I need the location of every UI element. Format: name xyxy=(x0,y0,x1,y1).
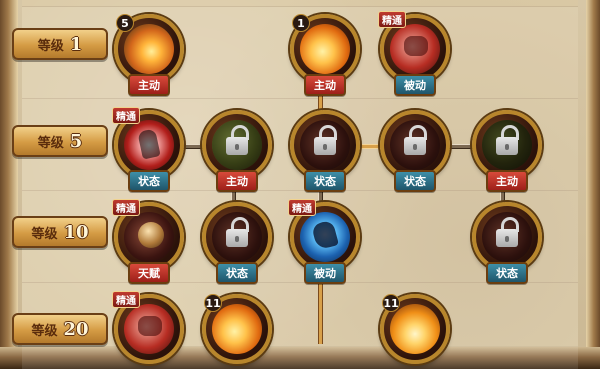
level-number: 1 xyxy=(69,33,83,55)
skill-type-badge: 主动 xyxy=(486,170,528,192)
lock-icon xyxy=(314,125,337,155)
spirit-silhouette-icon xyxy=(124,120,174,170)
locked-skill-icon xyxy=(390,120,440,170)
warrior-face-icon xyxy=(124,212,174,262)
skill-node[interactable]: 5 主动 xyxy=(114,14,184,96)
skill-node[interactable]: 状态 xyxy=(290,110,360,192)
level-number: 5 xyxy=(69,130,83,152)
skill-node[interactable]: 11 xyxy=(202,294,272,364)
skill-tree-panel: 等级 1 等级 5 等级 10 等级 20 5 主动 1 主动 精通 被动 精通… xyxy=(0,0,600,369)
level-text: 等级 xyxy=(31,226,58,242)
locked-skill-icon xyxy=(482,212,532,262)
level-text: 等级 xyxy=(31,323,58,339)
lock-icon xyxy=(226,217,249,247)
foot-shape xyxy=(311,219,339,251)
skill-type-badge: 状态 xyxy=(394,170,436,192)
skill-node[interactable]: 精通 状态 xyxy=(112,107,184,192)
skill-node[interactable]: 精通 xyxy=(112,291,184,364)
locked-skill-icon xyxy=(482,120,532,170)
level-text: 等级 xyxy=(37,135,64,151)
flame-icon xyxy=(390,304,440,354)
lock-icon xyxy=(226,125,249,155)
skill-node[interactable]: 状态 xyxy=(472,202,542,284)
skill-type-badge: 状态 xyxy=(486,262,528,284)
locked-skill-icon xyxy=(300,120,350,170)
level-number: 20 xyxy=(63,318,89,340)
right-frame xyxy=(586,0,600,369)
skill-type-badge: 状态 xyxy=(216,262,258,284)
skill-node[interactable]: 主动 xyxy=(472,110,542,192)
skill-node[interactable]: 状态 xyxy=(202,202,272,284)
mastery-tag: 精通 xyxy=(288,199,316,216)
skill-type-badge: 主动 xyxy=(304,74,346,96)
level-number: 10 xyxy=(63,221,89,243)
skill-node[interactable]: 状态 xyxy=(380,110,450,192)
mastery-tag: 精通 xyxy=(112,199,140,216)
fist-icon xyxy=(124,304,174,354)
mastery-tag: 精通 xyxy=(378,11,406,28)
foot-icon xyxy=(300,212,350,262)
fist-icon xyxy=(390,24,440,74)
flame-icon xyxy=(212,304,262,354)
skill-node[interactable]: 精通 被动 xyxy=(288,199,360,284)
skill-type-badge: 状态 xyxy=(128,170,170,192)
skill-level-count: 11 xyxy=(382,294,400,312)
skill-level-count: 1 xyxy=(292,14,310,32)
level-label-1: 等级 1 xyxy=(12,28,108,60)
level-text: 等级 xyxy=(37,38,64,54)
fist-shape xyxy=(138,316,162,336)
silhouette-shape xyxy=(137,128,161,160)
skill-node[interactable]: 精通 被动 xyxy=(378,11,450,96)
fist-shape xyxy=(404,36,428,56)
locked-skill-icon xyxy=(212,120,262,170)
skill-node[interactable]: 11 xyxy=(380,294,450,364)
lock-icon xyxy=(496,217,519,247)
flame-swirl-icon xyxy=(300,24,350,74)
lock-icon xyxy=(496,125,519,155)
level-label-5: 等级 5 xyxy=(12,125,108,157)
connector xyxy=(446,144,474,149)
skill-node[interactable]: 精通 天赋 xyxy=(112,199,184,284)
skill-type-badge: 被动 xyxy=(304,262,346,284)
mastery-tag: 精通 xyxy=(112,107,140,124)
level-label-10: 等级 10 xyxy=(12,216,108,248)
skill-type-badge: 天赋 xyxy=(128,262,170,284)
skill-type-badge: 主动 xyxy=(216,170,258,192)
face-shape xyxy=(138,222,164,248)
skill-level-count: 5 xyxy=(116,14,134,32)
skill-type-badge: 被动 xyxy=(394,74,436,96)
flame-swirl-icon xyxy=(124,24,174,74)
skill-level-count: 11 xyxy=(204,294,222,312)
locked-skill-icon xyxy=(212,212,262,262)
skill-type-badge: 状态 xyxy=(304,170,346,192)
skill-type-badge: 主动 xyxy=(128,74,170,96)
level-label-20: 等级 20 xyxy=(12,313,108,345)
lock-icon xyxy=(404,125,427,155)
mastery-tag: 精通 xyxy=(112,291,140,308)
skill-node[interactable]: 1 主动 xyxy=(290,14,360,96)
skill-node[interactable]: 主动 xyxy=(202,110,272,192)
